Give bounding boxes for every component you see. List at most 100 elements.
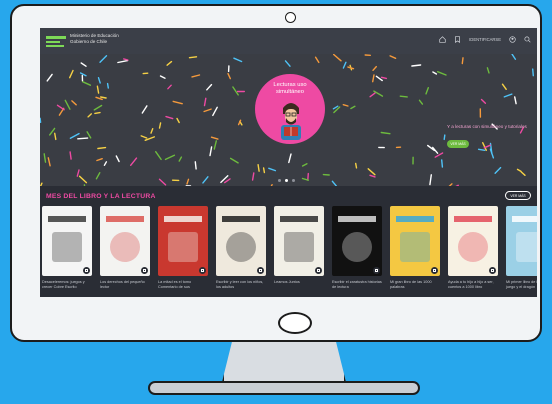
carousel-dot[interactable] [278, 179, 281, 182]
hero-circle-title-line2: simultáneo [275, 89, 305, 95]
confetti-piece [80, 62, 87, 67]
confetti-piece [95, 171, 101, 180]
book-cover[interactable] [506, 206, 537, 276]
download-icon[interactable] [373, 267, 380, 274]
confetti-piece [69, 132, 80, 140]
book-cover[interactable] [216, 206, 266, 276]
confetti-piece [480, 98, 487, 104]
home-icon[interactable] [439, 36, 446, 43]
confetti-piece [164, 154, 176, 161]
book-title[interactable]: Los derechos del pequeño lector [100, 280, 150, 290]
monitor-stand-neck [222, 342, 346, 382]
book-title[interactable]: Mi primer libro de la mejor juego y el d… [506, 280, 537, 290]
download-icon[interactable] [199, 267, 206, 274]
book-card[interactable]: Leamos Juntos [274, 206, 324, 290]
confetti-piece [87, 113, 92, 118]
confetti-piece [262, 167, 266, 174]
confetti-piece [494, 166, 502, 174]
confetti-piece [77, 137, 89, 140]
hero-side-text: Y a lecturas con simultáneo y tutoriales [447, 124, 527, 129]
see-all-button[interactable]: VER MÁS [505, 191, 531, 200]
book-cover[interactable] [274, 206, 324, 276]
book-cover[interactable] [448, 206, 498, 276]
carousel-dot-active[interactable] [285, 179, 288, 182]
cover-art [458, 232, 488, 262]
hero-banner[interactable]: Lecturas uso simultáneo Y a lecturas con… [40, 54, 537, 186]
book-cover[interactable] [42, 206, 92, 276]
book-title[interactable]: Leamos Juntos [274, 280, 324, 285]
cover-title-band [338, 216, 376, 222]
book-cover[interactable] [158, 206, 208, 276]
monitor-frame: Ministerio de Educación Gobierno de Chil… [10, 4, 542, 342]
confetti-piece [96, 157, 103, 162]
download-icon[interactable] [315, 267, 322, 274]
book-card[interactable]: Desaceleremos: juegos y crecer Cobre Esc… [42, 206, 92, 290]
confetti-piece [158, 122, 162, 129]
confetti-piece [172, 100, 183, 105]
confetti-piece [268, 167, 277, 172]
confetti-piece [380, 131, 391, 135]
download-icon[interactable] [489, 267, 496, 274]
download-icon[interactable] [257, 267, 264, 274]
confetti-piece [194, 161, 197, 170]
book-card[interactable]: Los derechos del pequeño lector [100, 206, 150, 290]
cover-art [110, 232, 140, 262]
confetti-piece [501, 83, 507, 90]
download-icon[interactable] [83, 267, 90, 274]
confetti-piece [43, 153, 47, 163]
confetti-piece [209, 146, 213, 157]
hero-see-more-button[interactable]: VER MÁS [447, 140, 469, 148]
confetti-piece [441, 159, 444, 168]
ministry-logo-icon[interactable] [46, 33, 66, 49]
book-cover[interactable] [332, 206, 382, 276]
book-card[interactable]: Mi primer libro de la mejor juego y el d… [506, 206, 537, 290]
confetti-piece [213, 140, 218, 150]
user-icon[interactable] [509, 36, 516, 43]
cover-title-band [396, 216, 434, 222]
book-card[interactable]: Mi gran libro de las 1000 palabras [390, 206, 440, 290]
confetti-piece [212, 106, 218, 117]
book-title[interactable]: La mitad es el tomo Comentario de sus [158, 280, 208, 290]
confetti-piece [333, 54, 342, 62]
cover-art [52, 232, 82, 262]
book-title[interactable]: Desaceleremos: juegos y crecer Cobre Esc… [42, 280, 92, 290]
confetti-piece [186, 178, 190, 185]
confetti-piece [532, 68, 534, 77]
book-cover[interactable] [390, 206, 440, 276]
bookmark-icon[interactable] [454, 36, 461, 43]
book-card[interactable]: Ayuda a tu hijo a hijo a ser, cuentos a … [448, 206, 498, 290]
confetti-piece [79, 72, 87, 77]
cover-art [342, 232, 372, 262]
confetti-piece [203, 97, 207, 107]
confetti-piece [99, 55, 108, 64]
search-icon[interactable] [524, 36, 531, 43]
ministry-line-2: Gobierno de Chile [70, 38, 108, 44]
login-link[interactable]: IDENTIFICARSE [469, 37, 501, 42]
confetti-piece [141, 105, 148, 114]
confetti-piece [202, 176, 209, 184]
hero-circle-title: Lecturas uso simultáneo [255, 82, 325, 96]
book-cover[interactable] [100, 206, 150, 276]
book-title[interactable]: Ayuda a tu hijo a hijo a ser, cuentos a … [448, 280, 498, 290]
confetti-piece [314, 56, 320, 64]
confetti-piece [411, 64, 422, 67]
cover-art [516, 232, 537, 262]
download-icon[interactable] [141, 267, 148, 274]
download-icon[interactable] [431, 267, 438, 274]
book-card[interactable]: La mitad es el tomo Comentario de sus [158, 206, 208, 290]
book-title[interactable]: Escribir el zaratustra historias de lect… [332, 280, 382, 290]
cover-title-band [512, 216, 537, 222]
confetti-piece [53, 132, 57, 141]
book-card[interactable]: Escribir y leer con los niños, los adult… [216, 206, 266, 290]
confetti-piece [380, 76, 388, 80]
book-title[interactable]: Escribir y leer con los niños, los adult… [216, 280, 266, 290]
confetti-piece [520, 171, 526, 177]
book-card[interactable]: Escribir el zaratustra historias de lect… [332, 206, 382, 290]
confetti-piece [227, 72, 232, 80]
carousel-dot[interactable] [292, 179, 295, 182]
confetti-piece [93, 104, 103, 111]
confetti-piece [284, 60, 291, 67]
book-title[interactable]: Mi gran libro de las 1000 palabras [390, 280, 440, 290]
confetti-piece [288, 153, 292, 164]
confetti-piece [486, 67, 490, 74]
